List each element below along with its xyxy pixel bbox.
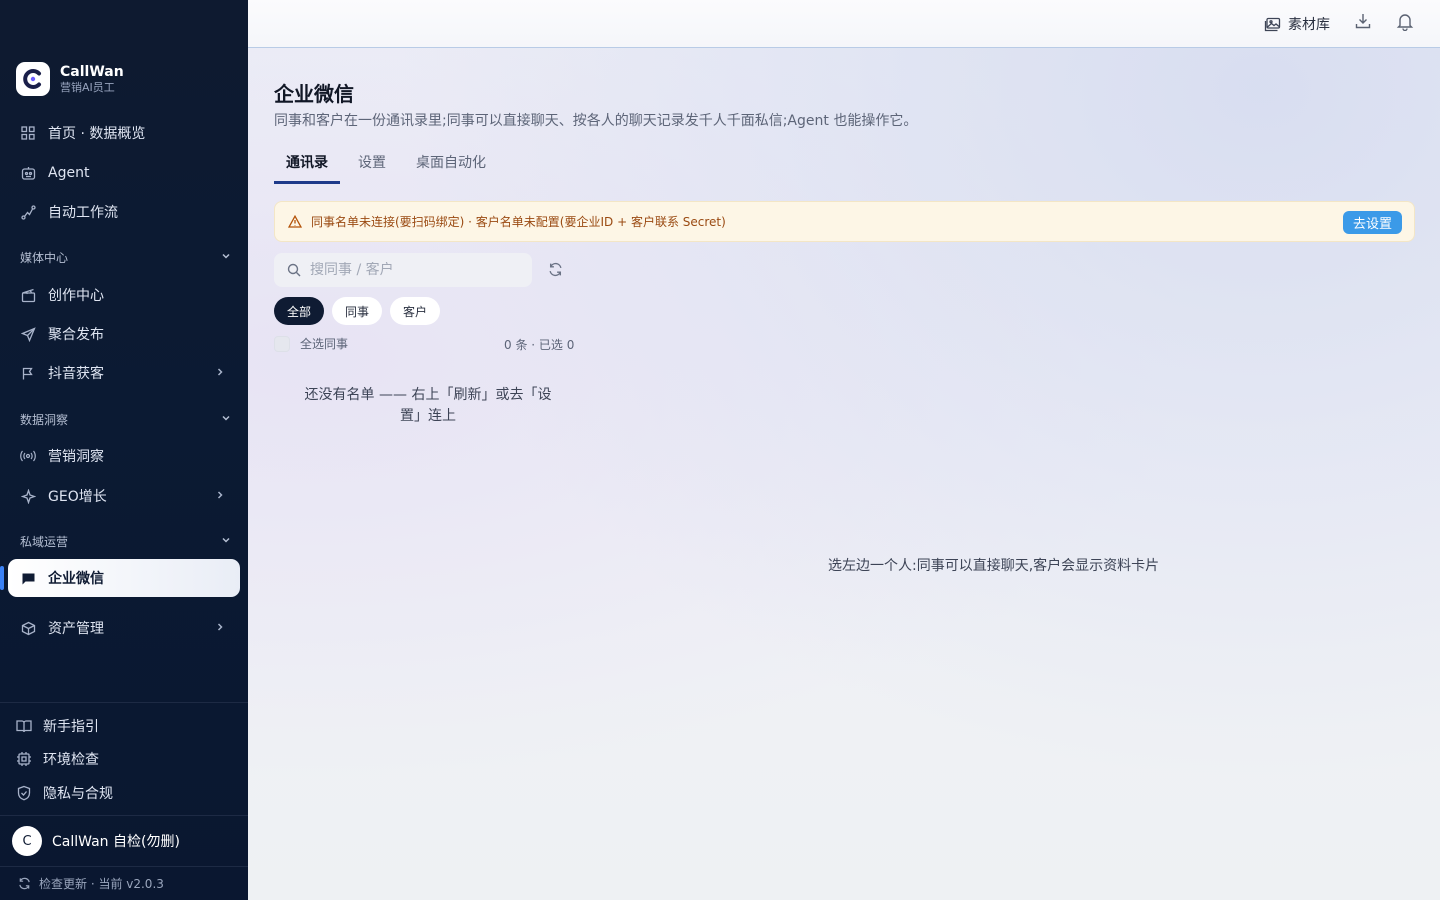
chevron-right-icon [214,366,226,382]
section-private-domain[interactable]: 私域运营 [20,531,232,551]
asset-library-label: 素材库 [1288,17,1330,33]
tab-settings[interactable]: 设置 [346,152,398,184]
filter-colleagues[interactable]: 同事 [332,297,383,325]
section-media-center[interactable]: 媒体中心 [20,247,232,267]
detail-placeholder: 选左边一个人:同事可以直接聊天,客户会显示资料卡片 [828,558,1160,574]
grid-icon [20,125,36,141]
robot-icon [20,165,36,181]
nav-item-agent[interactable]: Agent [8,154,240,192]
workflow-icon [20,204,36,220]
avatar: C [12,826,42,856]
nav-item-marketing-insight[interactable]: 营销洞察 [8,437,240,475]
brand-name: CallWan [60,63,124,80]
footer-item-label: 隐私与合规 [43,786,113,802]
book-icon [16,719,32,733]
nav-item-wecom[interactable]: 企业微信 [8,559,240,597]
send-icon [20,326,36,342]
nav-item-label: 创作中心 [48,288,104,304]
nav-item-home[interactable]: 首页 · 数据概览 [8,114,240,152]
page-title: 企业微信 [274,82,354,106]
nav-item-label: 首页 · 数据概览 [48,126,146,142]
search-icon [287,263,301,277]
filter-all[interactable]: 全部 [274,297,325,325]
nav-item-creation-center[interactable]: 创作中心 [8,276,240,314]
update-label: 检查更新 · 当前 v2.0.3 [39,877,164,891]
nav-item-label: Agent [48,165,90,181]
nav-item-asset-management[interactable]: 资产管理 [8,609,240,647]
search-input[interactable] [310,262,510,278]
filter-chips: 全部 同事 客户 [274,297,441,325]
footer-item-guide[interactable]: 新手指引 [16,713,99,739]
tab-bar: 通讯录 设置 桌面自动化 [274,152,504,184]
select-all-checkbox[interactable] [274,335,290,352]
cpu-icon [16,751,32,767]
chevron-right-icon [214,489,226,505]
page-description: 同事和客户在一份通讯录里;同事可以直接聊天、按各人的聊天记录发千人千面私信;Ag… [274,113,918,129]
sidebar-divider [0,815,248,816]
refresh-icon [548,262,563,277]
refresh-icon [18,877,31,890]
nav-item-label: GEO增长 [48,489,107,505]
nav-item-label: 企业微信 [48,571,104,587]
sparkle-icon [20,488,36,504]
brand-logo [16,62,50,96]
active-indicator [0,566,4,590]
flag-icon [20,365,36,381]
nav-item-workflow[interactable]: 自动工作流 [8,193,240,231]
nav-item-label: 聚合发布 [48,327,104,343]
user-profile[interactable]: C CallWan 自检(勿删) [12,826,180,856]
footer-item-label: 环境检查 [43,752,99,768]
section-label: 私域运营 [20,534,69,549]
section-label: 数据洞察 [20,412,69,427]
nav-item-douyin[interactable]: 抖音获客 [8,354,240,392]
warning-text: 同事名单未连接(要扫码绑定) · 客户名单未配置(要企业ID + 客户联系 Se… [311,215,726,229]
sidebar-divider [0,702,248,703]
chevron-right-icon [214,621,226,637]
image-icon [1264,17,1281,32]
radio-icon [20,448,36,464]
footer-item-privacy[interactable]: 隐私与合规 [16,780,113,806]
footer-item-label: 新手指引 [43,719,99,735]
sidebar-divider [0,866,248,867]
tab-desktop-automation[interactable]: 桌面自动化 [404,152,498,184]
main-content: 素材库 企业微信 同事和客户在一份通讯录里;同事可以直接聊天、按各人的聊天记录发… [248,0,1440,900]
nav-item-publish[interactable]: 聚合发布 [8,315,240,353]
warning-icon [288,215,302,228]
brand[interactable]: CallWan 营销AI员工 [16,62,124,96]
section-label: 媒体中心 [20,250,69,265]
tab-contacts[interactable]: 通讯录 [274,152,340,184]
nav-item-geo-growth[interactable]: GEO增长 [8,477,240,515]
section-data-insight[interactable]: 数据洞察 [20,409,232,429]
box-icon [20,620,36,636]
select-all-row: 全选同事 [274,335,348,352]
select-all-label: 全选同事 [300,337,349,351]
search-box [274,253,532,287]
nav-item-label: 自动工作流 [48,205,118,221]
user-name: CallWan 自检(勿删) [52,834,180,850]
nav-item-label: 营销洞察 [48,449,104,465]
warning-banner: 同事名单未连接(要扫码绑定) · 客户名单未配置(要企业ID + 客户联系 Se… [274,201,1415,242]
topbar: 素材库 [248,0,1440,48]
nav-item-label: 抖音获客 [48,366,104,382]
nav-item-label: 资产管理 [48,621,104,637]
selection-count: 0 条 · 已选 0 [504,338,575,352]
download-icon[interactable] [1354,12,1372,30]
chevron-down-icon [220,534,232,549]
brand-subtitle: 营销AI员工 [60,80,115,94]
chat-icon [20,570,36,586]
filter-customers[interactable]: 客户 [390,297,441,325]
chevron-down-icon [220,250,232,265]
go-settings-button[interactable]: 去设置 [1342,211,1402,234]
empty-list-message: 还没有名单 —— 右上「刷新」或去「设置」连上 [304,387,552,424]
sidebar: CallWan 营销AI员工 首页 · 数据概览 Agent 自动工作流 媒体中… [0,0,248,900]
chevron-down-icon [220,412,232,427]
bell-icon[interactable] [1396,12,1414,31]
clapperboard-icon [20,287,36,303]
footer-item-env-check[interactable]: 环境检查 [16,746,99,772]
check-update[interactable]: 检查更新 · 当前 v2.0.3 [18,875,164,892]
shield-icon [16,785,32,801]
asset-library-button[interactable]: 素材库 [1264,14,1330,34]
refresh-button[interactable] [548,262,563,277]
